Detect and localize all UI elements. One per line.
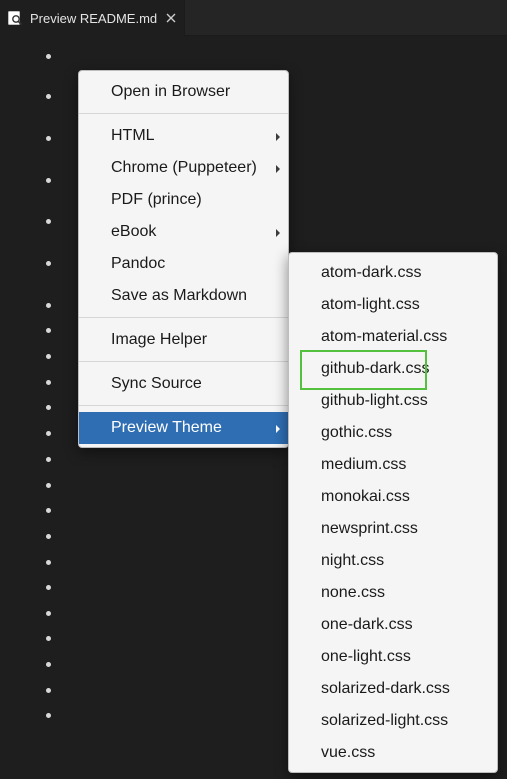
menu-item-chrome-puppeteer[interactable]: Chrome (Puppeteer) xyxy=(79,152,288,184)
menu-item-label: Chrome (Puppeteer) xyxy=(111,159,257,176)
menu-item-save-as-markdown[interactable]: Save as Markdown xyxy=(79,280,288,312)
menu-item-pdf-prince[interactable]: PDF (prince) xyxy=(79,184,288,216)
menu-item-label: eBook xyxy=(111,223,157,240)
tab-bar: Preview README.md xyxy=(0,0,507,36)
theme-item-none[interactable]: none.css xyxy=(289,577,497,609)
submenu-arrow-icon xyxy=(276,229,280,237)
menu-separator xyxy=(79,113,288,114)
list-bullet xyxy=(46,219,51,224)
list-bullet xyxy=(46,431,51,436)
menu-item-preview-theme[interactable]: Preview Theme xyxy=(79,412,288,444)
menu-item-label: Save as Markdown xyxy=(111,287,248,304)
theme-item-atom-material[interactable]: atom-material.css xyxy=(289,321,497,353)
theme-item-night[interactable]: night.css xyxy=(289,545,497,577)
menu-item-pandoc[interactable]: Pandoc xyxy=(79,248,288,280)
menu-separator xyxy=(79,405,288,406)
menu-item-sync-source[interactable]: Sync Source xyxy=(79,368,288,400)
menu-item-ebook[interactable]: eBook xyxy=(79,216,288,248)
submenu-arrow-icon xyxy=(276,165,280,173)
list-bullet xyxy=(46,457,51,462)
list-bullet xyxy=(46,136,51,141)
list-bullet xyxy=(46,328,51,333)
menu-item-label: Open in Browser xyxy=(111,83,231,100)
list-bullet xyxy=(46,483,51,488)
theme-item-gothic[interactable]: gothic.css xyxy=(289,417,497,449)
theme-item-monokai[interactable]: monokai.css xyxy=(289,481,497,513)
theme-item-vue[interactable]: vue.css xyxy=(289,737,497,769)
theme-item-atom-light[interactable]: atom-light.css xyxy=(289,289,497,321)
theme-item-newsprint[interactable]: newsprint.css xyxy=(289,513,497,545)
menu-item-label: Sync Source xyxy=(111,375,202,392)
close-icon[interactable] xyxy=(163,10,179,26)
menu-item-html[interactable]: HTML xyxy=(79,120,288,152)
theme-item-solarized-dark[interactable]: solarized-dark.css xyxy=(289,673,497,705)
menu-separator xyxy=(79,361,288,362)
menu-separator xyxy=(79,317,288,318)
list-bullet xyxy=(46,380,51,385)
menu-item-label: Image Helper xyxy=(111,331,208,348)
list-bullet xyxy=(46,713,51,718)
tab-preview-readme[interactable]: Preview README.md xyxy=(0,0,185,36)
theme-item-solarized-light[interactable]: solarized-light.css xyxy=(289,705,497,737)
list-bullet xyxy=(46,261,51,266)
submenu-arrow-icon xyxy=(276,133,280,141)
menu-item-label: Pandoc xyxy=(111,255,166,272)
list-bullet xyxy=(46,636,51,641)
menu-item-label: PDF (prince) xyxy=(111,191,202,208)
theme-item-atom-dark[interactable]: atom-dark.css xyxy=(289,257,497,289)
list-bullet xyxy=(46,178,51,183)
tab-title: Preview README.md xyxy=(30,10,158,26)
preview-icon xyxy=(7,10,23,26)
theme-item-one-dark[interactable]: one-dark.css xyxy=(289,609,497,641)
menu-item-open-in-browser[interactable]: Open in Browser xyxy=(79,76,288,108)
list-bullet xyxy=(46,54,51,59)
list-bullet xyxy=(46,303,51,308)
theme-item-github-light[interactable]: github-light.css xyxy=(289,385,497,417)
menu-item-label: Preview Theme xyxy=(111,419,222,436)
list-bullet xyxy=(46,585,51,590)
list-bullet xyxy=(46,560,51,565)
preview-theme-submenu: atom-dark.css atom-light.css atom-materi… xyxy=(288,252,498,773)
list-bullet xyxy=(46,662,51,667)
theme-item-medium[interactable]: medium.css xyxy=(289,449,497,481)
list-bullet xyxy=(46,405,51,410)
theme-item-one-light[interactable]: one-light.css xyxy=(289,641,497,673)
submenu-arrow-icon xyxy=(276,425,280,433)
list-bullet xyxy=(46,611,51,616)
list-bullet xyxy=(46,534,51,539)
theme-item-github-dark[interactable]: github-dark.css xyxy=(289,353,497,385)
list-bullet xyxy=(46,688,51,693)
context-menu: Open in Browser HTML Chrome (Puppeteer) … xyxy=(78,70,289,448)
list-bullet xyxy=(46,94,51,99)
menu-item-label: HTML xyxy=(111,127,155,144)
list-bullet xyxy=(46,354,51,359)
menu-item-image-helper[interactable]: Image Helper xyxy=(79,324,288,356)
list-bullet xyxy=(46,508,51,513)
